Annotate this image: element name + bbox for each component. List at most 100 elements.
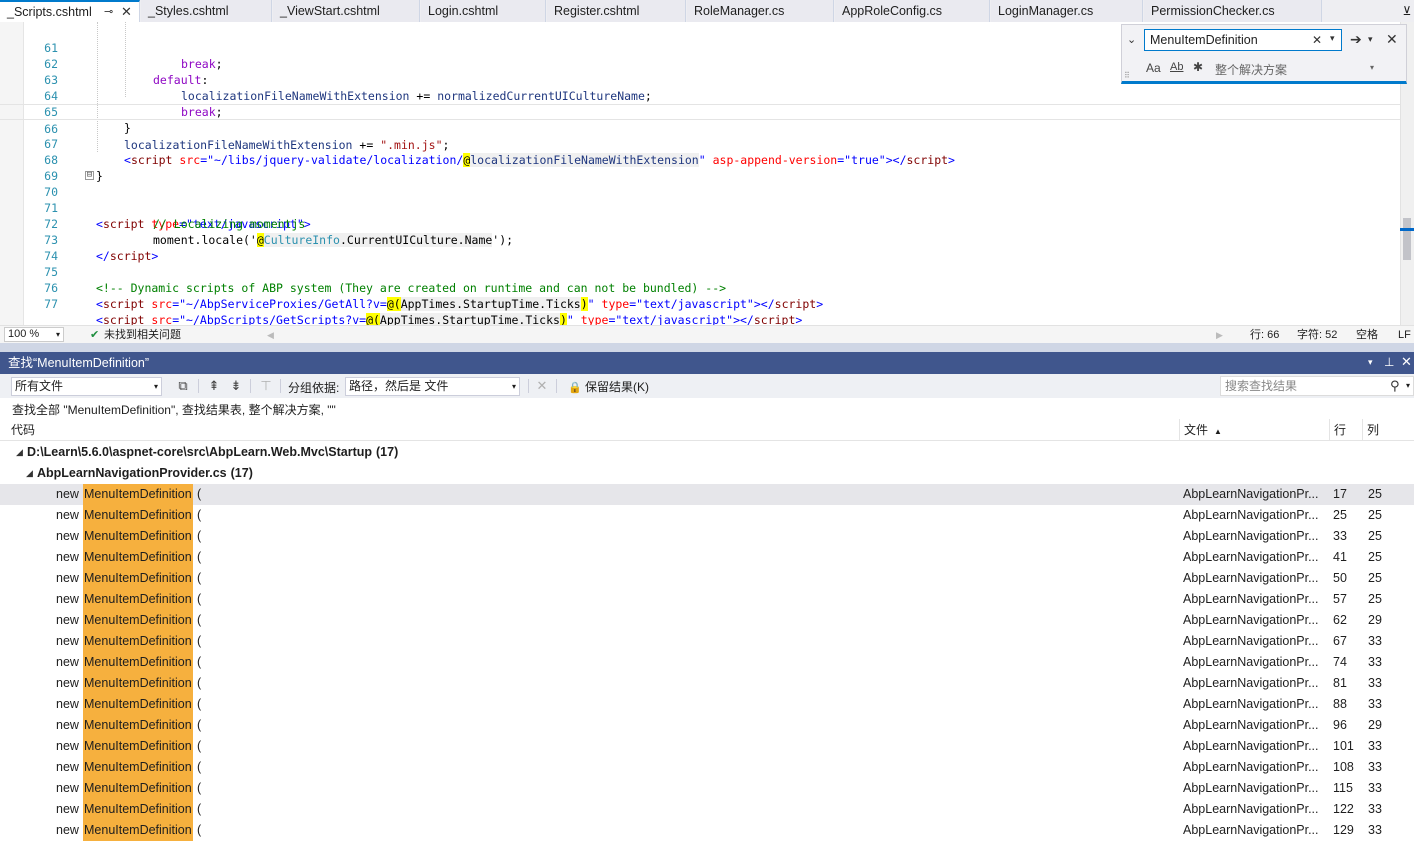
group-by-select[interactable]: 路径，然后是 文件 ▾ bbox=[345, 377, 520, 396]
result-line: 74 bbox=[1333, 655, 1347, 669]
table-row[interactable]: new MenuItemDefinition (AbpLearnNavigation… bbox=[0, 820, 1414, 841]
result-column: 33 bbox=[1368, 634, 1382, 648]
find-scope-select[interactable]: 整个解决方案 bbox=[1215, 61, 1287, 78]
tab-scripts-cshtml[interactable]: _Scripts.cshtml ⊸ ✕ bbox=[0, 0, 140, 22]
table-row[interactable]: new MenuItemDefinition (AbpLearnNavigation… bbox=[0, 568, 1414, 589]
table-row[interactable]: new MenuItemDefinition (AbpLearnNavigation… bbox=[0, 736, 1414, 757]
close-icon[interactable]: ✕ bbox=[121, 2, 132, 22]
table-row[interactable]: new MenuItemDefinition (AbpLearnNavigation… bbox=[0, 715, 1414, 736]
clear-search-icon[interactable]: ✕ bbox=[1312, 33, 1322, 47]
match-suffix: ( bbox=[197, 781, 202, 795]
table-row[interactable]: new MenuItemDefinition (AbpLearnNavigation… bbox=[0, 589, 1414, 610]
table-row[interactable]: new MenuItemDefinition (AbpLearnNavigation… bbox=[0, 631, 1414, 652]
tab-label: _ViewStart.cshtml bbox=[280, 4, 380, 18]
scrollbar-thumb[interactable] bbox=[1403, 218, 1411, 260]
tab-viewstart-cshtml[interactable]: _ViewStart.cshtml bbox=[273, 0, 420, 22]
table-row[interactable]: new MenuItemDefinition (AbpLearnNavigation… bbox=[0, 484, 1414, 505]
scroll-right-icon[interactable]: ▶ bbox=[1216, 327, 1223, 343]
window-position-dropdown-icon[interactable]: ▾ bbox=[1368, 352, 1373, 372]
table-row[interactable]: new MenuItemDefinition (AbpLearnNavigation… bbox=[0, 610, 1414, 631]
column-header-line[interactable]: 行 bbox=[1329, 419, 1362, 441]
tab-label: _Styles.cshtml bbox=[148, 4, 229, 18]
filter-icon[interactable]: ⊤ bbox=[257, 377, 275, 395]
result-file: AbpLearnNavigationPr... bbox=[1183, 529, 1319, 543]
code-line: 72 moment.locale('@CultureInfo.CurrentUI… bbox=[0, 200, 1400, 247]
table-row[interactable]: new MenuItemDefinition (AbpLearnNavigation… bbox=[0, 778, 1414, 799]
line-ending-indicator[interactable]: LF bbox=[1398, 327, 1411, 343]
search-history-dropdown-icon[interactable]: ▾ bbox=[1330, 33, 1335, 44]
quick-find-widget: ⌄ MenuItemDefinition ✕ ▾ ➔ ▾ ✕ ⠿ Aa Ab ✱… bbox=[1121, 24, 1407, 84]
match-highlight: MenuItemDefinition bbox=[83, 568, 193, 589]
collapse-icon[interactable]: ⊟ bbox=[85, 171, 94, 180]
find-next-icon[interactable]: ➔ bbox=[1350, 31, 1362, 48]
panel-splitter[interactable] bbox=[0, 343, 1414, 352]
group-count: (17) bbox=[376, 445, 399, 459]
tab-overflow-icon[interactable]: ⊻ bbox=[1400, 0, 1414, 22]
match-suffix: ( bbox=[197, 823, 202, 837]
tab-approleconfig-cs[interactable]: AppRoleConfig.cs bbox=[835, 0, 990, 22]
tab-permissionchecker-cs[interactable]: PermissionChecker.cs bbox=[1144, 0, 1322, 22]
close-find-icon[interactable]: ✕ bbox=[1386, 31, 1398, 48]
match-whole-word-toggle[interactable]: Ab bbox=[1170, 61, 1183, 73]
chevron-down-icon[interactable]: ▾ bbox=[1370, 63, 1374, 72]
result-line: 67 bbox=[1333, 634, 1347, 648]
issues-status[interactable]: 未找到相关问题 bbox=[104, 327, 181, 343]
column-header-code[interactable]: 代码 bbox=[7, 419, 1179, 441]
toggle-replace-icon[interactable]: ⌄ bbox=[1127, 33, 1136, 46]
chevron-down-icon[interactable]: ▾ bbox=[1406, 381, 1410, 390]
column-header-file[interactable]: 文件 ▲ bbox=[1179, 419, 1329, 441]
table-row[interactable]: new MenuItemDefinition (AbpLearnNavigation… bbox=[0, 799, 1414, 820]
match-highlight: MenuItemDefinition bbox=[83, 820, 193, 841]
char-indicator[interactable]: 字符: 52 bbox=[1297, 327, 1337, 343]
expanded-arrow-icon[interactable]: ◢ bbox=[16, 442, 23, 463]
file-scope-select[interactable]: 所有文件 ▾ bbox=[11, 377, 162, 396]
clear-results-icon[interactable]: ✕ bbox=[533, 377, 551, 395]
chevron-down-icon[interactable]: ▾ bbox=[56, 328, 60, 341]
expanded-arrow-icon[interactable]: ◢ bbox=[26, 463, 33, 484]
line-indicator[interactable]: 行: 66 bbox=[1250, 327, 1279, 343]
check-circle-icon[interactable]: ✔ bbox=[90, 327, 99, 343]
tab-register-cshtml[interactable]: Register.cshtml bbox=[547, 0, 686, 22]
table-row[interactable]: new MenuItemDefinition (AbpLearnNavigation… bbox=[0, 526, 1414, 547]
resize-grip-icon[interactable]: ⠿ bbox=[1124, 71, 1130, 80]
column-header-col[interactable]: 列 bbox=[1362, 419, 1402, 441]
match-highlight: MenuItemDefinition bbox=[83, 673, 193, 694]
tab-rolemanager-cs[interactable]: RoleManager.cs bbox=[687, 0, 834, 22]
tab-loginmanager-cs[interactable]: LoginManager.cs bbox=[991, 0, 1143, 22]
table-row[interactable]: new MenuItemDefinition (AbpLearnNavigation… bbox=[0, 652, 1414, 673]
table-row[interactable]: new MenuItemDefinition (AbpLearnNavigation… bbox=[0, 547, 1414, 568]
pin-icon[interactable]: ⊥ bbox=[1384, 352, 1394, 372]
previous-result-icon[interactable]: ⇞ bbox=[205, 377, 223, 395]
code-line: 77 <script src="~/AbpScripts/GetScripts?… bbox=[0, 280, 1400, 325]
group-path: D:\Learn\5.6.0\aspnet-core\src\AbpLearn.… bbox=[27, 445, 373, 459]
zoom-select[interactable]: 100 % ▾ bbox=[4, 327, 64, 342]
tree-group-file[interactable]: ◢ AbpLearnNavigationProvider.cs (17) bbox=[0, 463, 1414, 484]
match-highlight: MenuItemDefinition bbox=[83, 484, 193, 505]
tab-login-cshtml[interactable]: Login.cshtml bbox=[421, 0, 546, 22]
match-highlight: MenuItemDefinition bbox=[83, 547, 193, 568]
copy-icon[interactable]: ⧉ bbox=[174, 377, 192, 395]
whitespace-indicator[interactable]: 空格 bbox=[1356, 327, 1378, 343]
table-row[interactable]: new MenuItemDefinition (AbpLearnNavigation… bbox=[0, 673, 1414, 694]
result-line: 122 bbox=[1333, 802, 1354, 816]
next-result-icon[interactable]: ⇟ bbox=[227, 377, 245, 395]
regex-toggle-icon[interactable]: ✱ bbox=[1193, 60, 1203, 74]
table-row[interactable]: new MenuItemDefinition (AbpLearnNavigation… bbox=[0, 694, 1414, 715]
code-editor[interactable]: 61 break; 62 default: 63 localizationFil… bbox=[0, 22, 1414, 325]
code-line: 76 <script src="~/AbpServiceProxies/GetA… bbox=[0, 264, 1400, 311]
table-row[interactable]: new MenuItemDefinition (AbpLearnNavigation… bbox=[0, 757, 1414, 778]
result-file: AbpLearnNavigationPr... bbox=[1183, 508, 1319, 522]
find-next-dropdown-icon[interactable]: ▾ bbox=[1368, 34, 1373, 45]
close-icon[interactable]: ✕ bbox=[1401, 352, 1412, 372]
scroll-left-icon[interactable]: ◀ bbox=[267, 327, 274, 343]
table-row[interactable]: new MenuItemDefinition (AbpLearnNavigation… bbox=[0, 505, 1414, 526]
search-icon[interactable]: ⚲ bbox=[1390, 378, 1400, 394]
keep-results-button[interactable]: 🔒 保留结果(K) bbox=[568, 378, 649, 395]
match-case-toggle[interactable]: Aa bbox=[1146, 61, 1161, 75]
tree-group-path[interactable]: ◢ D:\Learn\5.6.0\aspnet-core\src\AbpLear… bbox=[0, 442, 1414, 463]
result-column: 33 bbox=[1368, 823, 1382, 837]
tab-styles-cshtml[interactable]: _Styles.cshtml bbox=[141, 0, 272, 22]
toolbar-separator bbox=[198, 379, 199, 393]
pin-icon[interactable]: ⊸ bbox=[104, 2, 113, 22]
search-results-input[interactable]: 搜索查找结果 bbox=[1220, 376, 1414, 396]
